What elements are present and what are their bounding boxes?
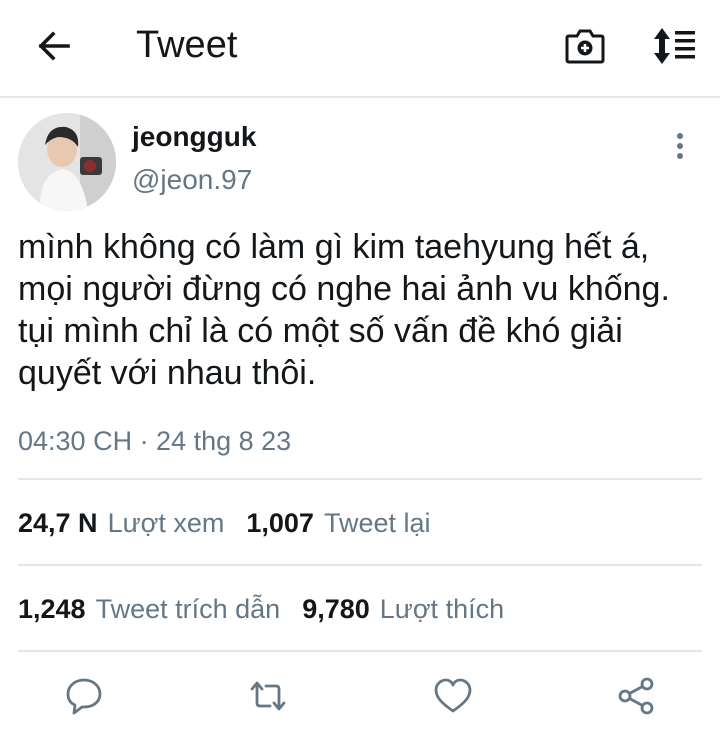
page-title: Tweet <box>136 24 238 66</box>
stats-row-quotes-likes: 1,248 Tweet trích dẫn 9,780 Lượt thích <box>18 592 504 626</box>
divider <box>18 564 702 566</box>
views-count: 24,7 N <box>18 508 98 538</box>
stats-row-views-retweets: 24,7 N Lượt xem 1,007 Tweet lại <box>18 506 431 540</box>
top-app-bar: Tweet <box>0 0 720 98</box>
reply-icon[interactable] <box>62 674 106 718</box>
quotes-label: Tweet trích dẫn <box>95 594 281 624</box>
more-options-icon[interactable] <box>664 130 696 162</box>
likes-label: Lượt thích <box>379 594 505 624</box>
retweets-stat[interactable]: 1,007 Tweet lại <box>246 508 430 538</box>
retweets-count: 1,007 <box>246 508 314 538</box>
tweet-text: mình không có làm gì kim taehyung hết á,… <box>18 228 670 392</box>
like-heart-icon[interactable] <box>431 674 475 718</box>
divider <box>18 478 702 480</box>
sort-icon[interactable] <box>650 26 698 66</box>
retweet-icon[interactable] <box>246 674 290 718</box>
likes-count: 9,780 <box>302 594 370 624</box>
likes-stat[interactable]: 9,780 Lượt thích <box>302 594 504 624</box>
avatar-photo <box>18 113 116 211</box>
views-stat[interactable]: 24,7 N Lượt xem <box>18 508 224 538</box>
avatar[interactable] <box>18 113 116 211</box>
author-handle[interactable]: @jeon.97 <box>132 163 252 197</box>
quotes-count: 1,248 <box>18 594 86 624</box>
tweet-timestamp: 04:30 CH · 24 thg 8 23 <box>18 426 292 456</box>
camera-icon[interactable] <box>564 26 606 66</box>
quotes-stat[interactable]: 1,248 Tweet trích dẫn <box>18 594 280 624</box>
retweets-label: Tweet lại <box>323 508 431 538</box>
share-icon[interactable] <box>614 674 658 718</box>
views-label: Lượt xem <box>107 508 225 538</box>
divider <box>18 650 702 652</box>
back-arrow-icon[interactable] <box>34 26 74 66</box>
author-name[interactable]: jeongguk <box>132 120 256 154</box>
